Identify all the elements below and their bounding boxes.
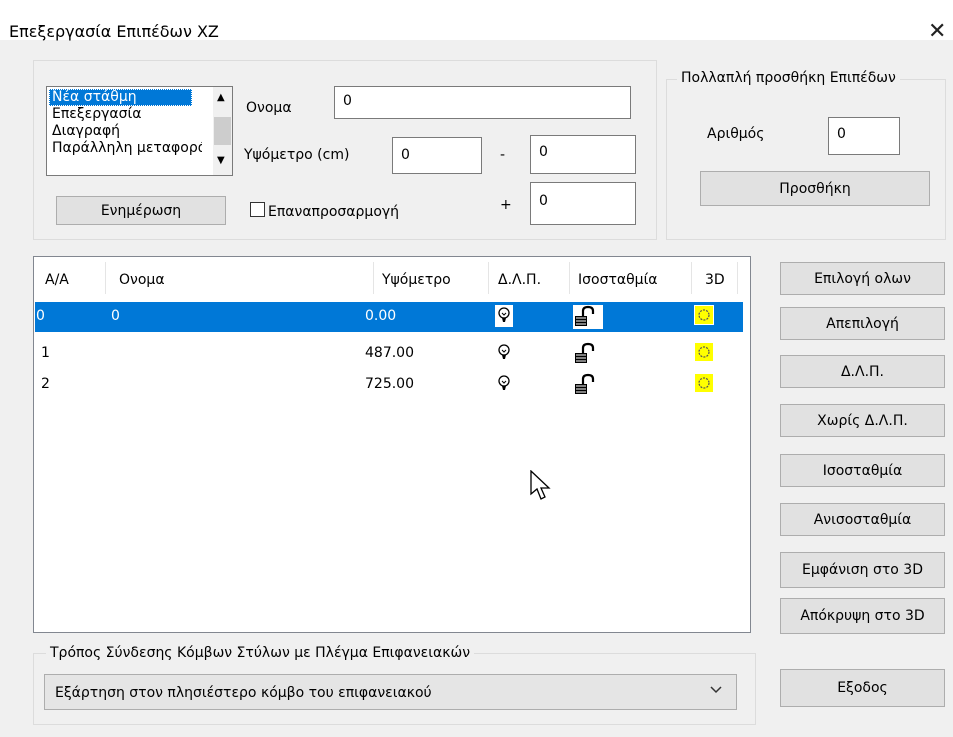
row-aa: 1 bbox=[41, 345, 50, 361]
action-list: Νέα στάθμη Επεξεργασία Διαγραφή Παράλληλ… bbox=[49, 89, 212, 157]
height-input[interactable]: 0 bbox=[392, 137, 482, 174]
action-list-scrollbar[interactable]: ▲ ▼ bbox=[213, 87, 232, 175]
row-aa: 2 bbox=[41, 376, 50, 392]
unlocked-padlock-icon[interactable] bbox=[573, 342, 603, 370]
column-header-dlp[interactable]: Δ.Λ.Π. bbox=[498, 272, 541, 288]
action-item-delete[interactable]: Διαγραφή bbox=[49, 123, 212, 140]
column-header-aa[interactable]: Α/Α bbox=[45, 272, 69, 288]
update-button[interactable]: Ενημέρωση bbox=[56, 196, 226, 225]
show-3d-button[interactable]: Εμφάνιση στο 3D bbox=[780, 552, 945, 588]
action-item-new-level[interactable]: Νέα στάθμη bbox=[49, 89, 192, 106]
scrollbar-thumb[interactable] bbox=[214, 117, 231, 145]
lightbulb-icon[interactable] bbox=[495, 305, 513, 327]
chevron-down-icon[interactable] bbox=[709, 683, 723, 701]
minus-input[interactable]: 0 bbox=[530, 135, 636, 174]
scroll-down-icon[interactable]: ▼ bbox=[217, 155, 225, 166]
row-name: 0 bbox=[111, 308, 120, 324]
column-divider bbox=[737, 262, 738, 294]
scroll-up-icon[interactable]: ▲ bbox=[217, 92, 225, 103]
levels-table[interactable]: Α/Α Ονομα Υψόμετρο Δ.Λ.Π. Ισοσταθμία 3D … bbox=[33, 256, 751, 633]
plus-label: + bbox=[500, 197, 512, 213]
connection-dropdown-value: Εξάρτηση στον πλησιέστερο κόμβο του επιφ… bbox=[55, 685, 432, 701]
count-label: Αριθμός bbox=[707, 126, 765, 142]
height-label: Υψόμετρο (cm) bbox=[244, 147, 350, 163]
table-row[interactable]: 0 0 0.00 bbox=[35, 302, 743, 332]
column-header-leveling[interactable]: Ισοσταθμία bbox=[578, 272, 658, 288]
dlp-button[interactable]: Δ.Λ.Π. bbox=[780, 355, 945, 388]
window-title: Επεξεργασία Επιπέδων XZ bbox=[9, 22, 219, 41]
column-header-3d[interactable]: 3D bbox=[705, 272, 725, 288]
row-height: 0.00 bbox=[365, 308, 397, 324]
readjust-label: Επαναπροσαρμογή bbox=[268, 204, 400, 220]
mouse-cursor-icon bbox=[530, 469, 552, 506]
row-aa: 0 bbox=[36, 308, 45, 324]
leveling-button[interactable]: Ισοσταθμία bbox=[780, 454, 945, 487]
hide-3d-button[interactable]: Απόκρυψη στο 3D bbox=[780, 598, 945, 634]
count-input[interactable]: 0 bbox=[828, 117, 900, 155]
add-button[interactable]: Προσθήκη bbox=[700, 171, 930, 206]
connection-group-label: Τρόπος Σύνδεσης Κόμβων Στύλων με Πλέγμα … bbox=[46, 645, 475, 661]
readjust-checkbox[interactable] bbox=[250, 202, 265, 217]
unlocked-padlock-icon[interactable] bbox=[573, 373, 603, 401]
name-label: Ονομα bbox=[246, 100, 292, 116]
row-height: 725.00 bbox=[365, 376, 414, 392]
table-row[interactable]: 1 487.00 bbox=[35, 339, 743, 369]
minus-label: - bbox=[500, 147, 506, 163]
deselect-button[interactable]: Απεπιλογή bbox=[780, 307, 945, 340]
multi-add-group-label: Πολλαπλή προσθήκη Επιπέδων bbox=[677, 70, 900, 86]
table-row[interactable]: 2 725.00 bbox=[35, 370, 743, 400]
exit-button[interactable]: Εξοδος bbox=[780, 669, 945, 707]
action-listbox[interactable]: Νέα στάθμη Επεξεργασία Διαγραφή Παράλληλ… bbox=[46, 86, 233, 176]
sun-icon[interactable] bbox=[694, 305, 714, 325]
unlocked-padlock-icon[interactable] bbox=[573, 305, 603, 329]
column-header-name[interactable]: Ονομα bbox=[119, 272, 165, 288]
name-input[interactable]: 0 bbox=[334, 86, 631, 119]
select-all-button[interactable]: Επιλογή ολων bbox=[780, 262, 945, 295]
action-item-parallel-move[interactable]: Παράλληλη μεταφορά bbox=[49, 140, 202, 157]
action-item-edit[interactable]: Επεξεργασία bbox=[49, 106, 212, 123]
plus-input[interactable]: 0 bbox=[530, 182, 636, 225]
sun-icon[interactable] bbox=[694, 342, 714, 366]
column-divider bbox=[105, 262, 106, 294]
lightbulb-icon[interactable] bbox=[495, 373, 513, 399]
table-header: Α/Α Ονομα Υψόμετρο Δ.Λ.Π. Ισοσταθμία 3D bbox=[35, 258, 749, 298]
unleveling-button[interactable]: Ανισοσταθμία bbox=[780, 503, 945, 536]
column-divider bbox=[691, 262, 692, 294]
column-divider bbox=[488, 262, 489, 294]
column-divider bbox=[569, 262, 570, 294]
close-icon[interactable]: ✕ bbox=[928, 21, 946, 43]
lightbulb-icon[interactable] bbox=[495, 342, 513, 368]
no-dlp-button[interactable]: Χωρίς Δ.Λ.Π. bbox=[780, 404, 945, 437]
column-divider bbox=[373, 262, 374, 294]
multi-add-group bbox=[666, 79, 946, 240]
connection-dropdown[interactable]: Εξάρτηση στον πλησιέστερο κόμβο του επιφ… bbox=[44, 674, 737, 710]
sun-icon[interactable] bbox=[694, 373, 714, 397]
column-header-height[interactable]: Υψόμετρο bbox=[382, 272, 451, 288]
row-height: 487.00 bbox=[365, 345, 414, 361]
